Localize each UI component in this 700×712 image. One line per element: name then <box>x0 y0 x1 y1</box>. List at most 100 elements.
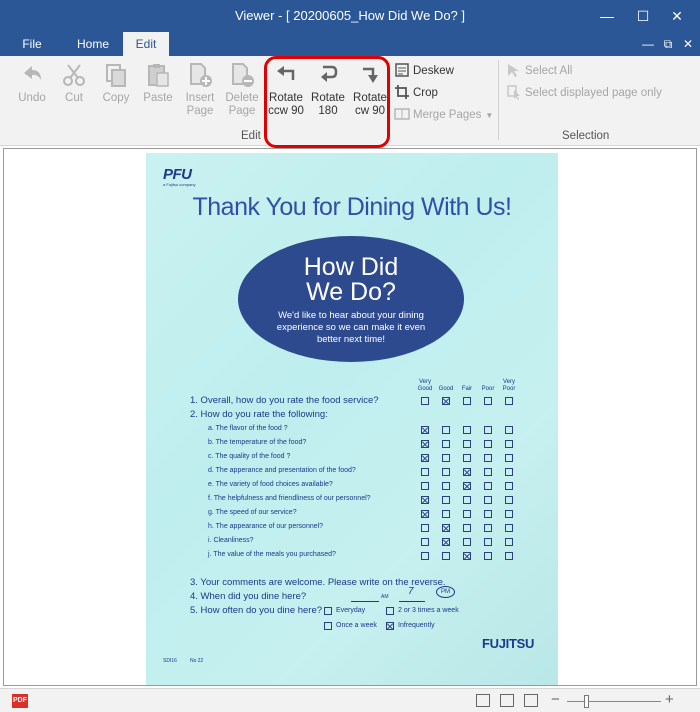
close-icon[interactable]: ✕ <box>654 0 700 32</box>
rating-checkbox <box>463 538 471 546</box>
select-displayed-button[interactable]: Select displayed page only <box>506 84 662 102</box>
scissors-icon <box>63 64 85 86</box>
ellipse-title-line2: We Do? <box>306 278 396 306</box>
rating-checkbox <box>421 552 429 560</box>
title-bar: Viewer - [ 20200605_How Did We Do? ] — ☐… <box>0 0 700 32</box>
insert-page-label: Insert Page <box>185 92 215 117</box>
deskew-button[interactable]: Deskew <box>394 62 454 80</box>
select-all-label: Select All <box>525 65 573 77</box>
cut-label: Cut <box>65 92 83 104</box>
ribbon-tabs: File Home Edit — ⧉ ✕ <box>0 32 700 56</box>
freq-checkbox-once-week <box>324 622 332 630</box>
rating-checkbox <box>421 440 429 448</box>
rating-checkbox <box>484 482 492 490</box>
pdf-icon[interactable]: PDF <box>12 694 28 708</box>
question-4: 4. When did you dine here? <box>190 591 307 602</box>
rating-checkbox <box>505 468 513 476</box>
tab-edit[interactable]: Edit <box>123 32 169 56</box>
rating-checkbox <box>463 454 471 462</box>
form-number: No 22 <box>190 658 204 664</box>
undo-icon <box>24 66 41 80</box>
q1-checkbox <box>484 397 492 405</box>
rating-checkbox <box>463 524 471 532</box>
insert-page-icon <box>190 63 212 87</box>
am-label: AM <box>381 594 389 600</box>
rating-item-label: f. The helpfulness and friendliness of o… <box>208 495 371 502</box>
ellipse-subtitle-line2: experience so we can make it even <box>276 322 426 333</box>
tab-home[interactable]: Home <box>68 32 118 56</box>
freq-checkbox-everyday <box>324 607 332 615</box>
pfu-logo: PFU <box>163 166 192 183</box>
freq-checkbox-infrequently <box>386 622 394 630</box>
rotate-highlight-box <box>264 56 390 148</box>
mdi-restore-icon[interactable]: ⧉ <box>660 36 676 52</box>
rating-checkbox <box>505 524 513 532</box>
thumbnail-view-icon[interactable] <box>524 694 538 707</box>
rating-checkbox <box>463 440 471 448</box>
rating-checkbox <box>421 426 429 434</box>
zoom-slider-track[interactable] <box>567 701 661 702</box>
rating-checkbox <box>484 440 492 448</box>
delete-page-icon <box>232 63 254 87</box>
rating-checkbox <box>421 496 429 504</box>
form-code: SDI16 <box>163 658 177 664</box>
cut-button[interactable]: Cut <box>53 62 95 105</box>
rating-checkbox <box>442 538 450 546</box>
rating-checkbox <box>484 524 492 532</box>
rating-checkbox <box>484 510 492 518</box>
rating-checkbox <box>421 524 429 532</box>
rating-item-label: h. The appearance of our personnel? <box>208 523 324 530</box>
question-2: 2. How do you rate the following: <box>190 409 328 420</box>
rating-item-label: j. The value of the meals you purchased? <box>208 551 336 558</box>
pfu-logo-subtitle: a Fujitsu company <box>163 182 196 187</box>
rating-checkbox <box>421 538 429 546</box>
insert-page-button[interactable]: Insert Page <box>179 62 221 118</box>
rating-checkbox <box>421 482 429 490</box>
merge-pages-label: Merge Pages <box>413 109 482 121</box>
deskew-label: Deskew <box>413 65 454 77</box>
tab-file[interactable]: File <box>12 32 52 56</box>
rating-checkbox <box>484 454 492 462</box>
rating-checkbox <box>463 552 471 560</box>
rating-checkbox <box>421 468 429 476</box>
rating-checkbox <box>484 538 492 546</box>
zoom-out-button[interactable]: − <box>551 691 560 708</box>
crop-button[interactable]: Crop <box>394 84 438 102</box>
scanned-page: PFU a Fujitsu company Thank You for Dini… <box>146 153 558 685</box>
rating-checkbox <box>505 440 513 448</box>
fit-page-view-icon[interactable] <box>500 694 514 707</box>
mdi-minimize-icon[interactable]: — <box>640 36 656 52</box>
rating-checkbox <box>463 510 471 518</box>
paste-button[interactable]: Paste <box>137 62 179 105</box>
rating-checkbox <box>505 538 513 546</box>
mdi-close-icon[interactable]: ✕ <box>680 36 696 52</box>
selection-group-label: Selection <box>562 130 610 142</box>
select-displayed-label: Select displayed page only <box>525 87 662 99</box>
crop-label: Crop <box>413 87 438 99</box>
rating-checkbox <box>442 468 450 476</box>
document-viewer[interactable]: PFU a Fujitsu company Thank You for Dini… <box>3 148 697 686</box>
copy-button[interactable]: Copy <box>95 62 137 105</box>
rating-checkbox <box>442 510 450 518</box>
column-header-very-poor: Very Poor <box>502 379 516 392</box>
undo-button[interactable]: Undo <box>11 62 53 105</box>
rating-checkbox <box>484 468 492 476</box>
selection-tools: Select All Select displayed page only <box>506 62 696 112</box>
rating-item-label: a. The flavor of the food ? <box>208 425 288 432</box>
single-page-view-icon[interactable] <box>476 694 490 707</box>
delete-page-button[interactable]: Delete Page <box>221 62 263 118</box>
rating-checkbox <box>505 510 513 518</box>
edit-group-label: Edit <box>241 130 261 142</box>
rating-checkbox <box>442 482 450 490</box>
select-all-button[interactable]: Select All <box>506 62 572 80</box>
copy-label: Copy <box>102 92 130 104</box>
zoom-slider-thumb[interactable] <box>584 695 589 708</box>
rating-checkbox <box>505 454 513 462</box>
merge-pages-button[interactable]: Merge Pages ▼ <box>394 106 493 124</box>
undo-label: Undo <box>18 92 46 104</box>
rating-checkbox <box>505 496 513 504</box>
zoom-in-button[interactable]: + <box>665 691 674 708</box>
how-did-we-do-ellipse: How Did We Do? We'd like to hear about y… <box>238 236 464 362</box>
freq-label-infrequently: Infrequently <box>398 622 435 629</box>
q1-checkbox <box>463 397 471 405</box>
